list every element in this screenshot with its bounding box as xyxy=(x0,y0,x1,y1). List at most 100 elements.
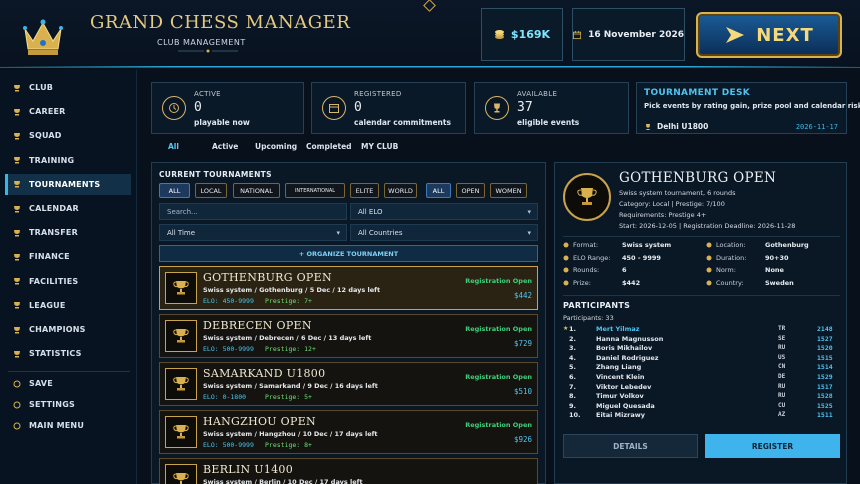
chip-women[interactable]: WOMEN xyxy=(490,183,527,198)
tab-completed[interactable]: Completed xyxy=(306,142,352,151)
participant-row[interactable]: 9. Miguel Quesada CU 1525 xyxy=(563,402,840,411)
chip-category-all[interactable]: ALL xyxy=(159,183,190,198)
divider xyxy=(563,236,840,237)
sidebar-item-label: SQUAD xyxy=(29,131,62,141)
sidebar-item-career[interactable]: CAREER xyxy=(5,101,131,122)
tournament-card[interactable]: BERLIN U1400 Swiss system / Berlin / 10 D… xyxy=(159,458,538,484)
participant-rank: 7. xyxy=(569,382,576,391)
divider xyxy=(563,295,840,296)
participant-elo: 2148 xyxy=(817,325,833,333)
participants-count: Participants: 33 xyxy=(563,314,614,322)
participants-title: PARTICIPANTS xyxy=(563,301,631,310)
sidebar-item-label: SETTINGS xyxy=(29,400,75,409)
sidebar-item-label: FINANCE xyxy=(29,252,70,262)
participant-elo: 1515 xyxy=(817,353,833,362)
chip-world[interactable]: WORLD xyxy=(384,183,417,198)
trophy-emblem-icon xyxy=(563,173,611,221)
time-filter-value: All Time xyxy=(167,228,196,237)
tournament-card[interactable]: DEBRECEN OPEN Swiss system / Debrecen / 6… xyxy=(159,314,538,358)
info-key: Format: xyxy=(573,241,599,249)
participant-row[interactable]: 4. Daniel Rodriguez US 1515 xyxy=(563,354,840,363)
sidebar-item-league[interactable]: LEAGUE xyxy=(5,295,131,316)
info-key: Norm: xyxy=(716,266,736,274)
sidebar-item-label: STATISTICS xyxy=(29,349,82,359)
desk-event[interactable]: Delhi U1800 xyxy=(644,122,708,131)
tournament-detail-panel: GOTHENBURG OPEN Swiss system tournament,… xyxy=(554,162,847,484)
participant-name: Mert Yilmaz xyxy=(596,325,640,333)
participant-row[interactable]: 6. Vincent Klein DE 1529 xyxy=(563,373,840,382)
tournament-name: SAMARKAND U1800 xyxy=(203,367,326,380)
stat-card-active: ACTIVE 0 playable now xyxy=(151,82,304,134)
next-button[interactable]: NEXT xyxy=(696,12,842,58)
info-value: None xyxy=(765,266,784,274)
tab-active[interactable]: Active xyxy=(212,142,238,151)
info-label: Rounds: xyxy=(563,266,599,274)
sidebar-item-calendar[interactable]: CALENDAR xyxy=(5,198,131,219)
tournament-fee: $729 xyxy=(513,339,532,348)
info-key: Prize: xyxy=(573,278,591,287)
elo-filter-select[interactable]: All ELO ▾ xyxy=(350,203,538,220)
rounds-icon xyxy=(563,267,569,273)
sidebar-item-facilities[interactable]: FACILITIES xyxy=(5,271,131,292)
tournament-card[interactable]: SAMARKAND U1800 Swiss system / Samarkand … xyxy=(159,362,538,406)
tournament-card[interactable]: HANGZHOU OPEN Swiss system / Hangzhou / 1… xyxy=(159,410,538,454)
tournament-elo: ELO: 450-9999 xyxy=(203,297,254,305)
crown-logo-icon xyxy=(23,19,63,55)
participant-name: Vincent Klein xyxy=(596,373,645,381)
participant-row[interactable]: 7. Viktor Lebedev RU 1517 xyxy=(563,383,840,392)
participant-elo: 1527 xyxy=(817,334,833,343)
participant-row[interactable]: 3. Boris Mikhailov RU 1520 xyxy=(563,344,840,353)
chip-open[interactable]: OPEN xyxy=(456,183,485,198)
statistics-icon xyxy=(14,350,20,358)
sidebar-item-main-menu[interactable]: MAIN MENU xyxy=(5,415,131,436)
stat-value: 0 xyxy=(354,100,362,115)
time-filter-select[interactable]: All Time ▾ xyxy=(159,224,347,241)
participant-name: Boris Mikhailov xyxy=(596,344,653,353)
details-button[interactable]: DETAILS xyxy=(563,434,698,458)
prize-icon xyxy=(563,280,569,285)
calendar-icon xyxy=(322,96,346,120)
sidebar-item-club[interactable]: CLUB xyxy=(5,77,131,98)
active-icon xyxy=(162,96,186,120)
search-input[interactable] xyxy=(167,207,346,216)
participant-country: CU xyxy=(778,401,786,409)
chip-national[interactable]: NATIONAL xyxy=(233,183,280,198)
country-filter-select[interactable]: All Countries ▾ xyxy=(350,224,538,241)
tab-my-club[interactable]: MY CLUB xyxy=(361,142,398,151)
sidebar-item-label: TOURNAMENTS xyxy=(29,179,101,189)
stat-label: ACTIVE xyxy=(194,90,221,98)
sidebar-item-label: MAIN MENU xyxy=(29,421,85,430)
sidebar-item-settings[interactable]: SETTINGS xyxy=(5,394,131,415)
sidebar-item-statistics[interactable]: STATISTICS xyxy=(5,343,131,364)
participant-row[interactable]: 8. Timur Volkov RU 1528 xyxy=(563,392,840,401)
stat-sub: calendar commitments xyxy=(354,118,451,127)
sidebar-item-tournaments[interactable]: TOURNAMENTS xyxy=(5,173,131,195)
detail-requirements-line: Requirements: Prestige 4+ xyxy=(619,211,707,219)
participant-rank: 5. xyxy=(569,363,576,372)
tournament-card[interactable]: GOTHENBURG OPEN Swiss system / Gothenburg… xyxy=(159,266,538,310)
sidebar-item-transfer[interactable]: TRANSFER xyxy=(5,222,131,243)
divider xyxy=(8,371,130,372)
sidebar-item-save[interactable]: SAVE xyxy=(5,373,131,394)
tab-all[interactable]: All xyxy=(168,142,179,151)
participant-row[interactable]: 5. Zhang Liang CN 1514 xyxy=(563,363,840,372)
participant-country: RU xyxy=(778,344,786,352)
sidebar-item-champions[interactable]: CHAMPIONS xyxy=(5,319,131,340)
chip-elite[interactable]: ELITE xyxy=(350,183,379,198)
search-field[interactable] xyxy=(159,203,347,220)
sidebar-item-training[interactable]: TRAINING xyxy=(5,150,131,171)
chip-international[interactable]: INTERNATIONAL xyxy=(285,183,345,198)
participant-row[interactable]: 10. Eitai Mizrawy AZ 1511 xyxy=(563,411,840,420)
organize-tournament-button[interactable]: + ORGANIZE TOURNAMENT xyxy=(159,245,538,262)
tab-upcoming[interactable]: Upcoming xyxy=(255,142,297,151)
participant-elo: 1529 xyxy=(817,373,833,381)
desk-event-name: Delhi U1800 xyxy=(657,122,709,131)
participant-row[interactable]: ★ 1. Mert Yilmaz TR 2148 xyxy=(563,325,840,334)
sidebar-item-finance[interactable]: FINANCE xyxy=(5,246,131,267)
tournament-fee: $926 xyxy=(513,435,532,444)
participant-row[interactable]: 2. Hanna Magnusson SE 1527 xyxy=(563,335,840,344)
chip-local[interactable]: LOCAL xyxy=(195,183,227,198)
sidebar-item-squad[interactable]: SQUAD xyxy=(5,125,131,146)
register-button[interactable]: REGISTER xyxy=(705,434,840,458)
chip-type-all[interactable]: ALL xyxy=(426,183,451,198)
